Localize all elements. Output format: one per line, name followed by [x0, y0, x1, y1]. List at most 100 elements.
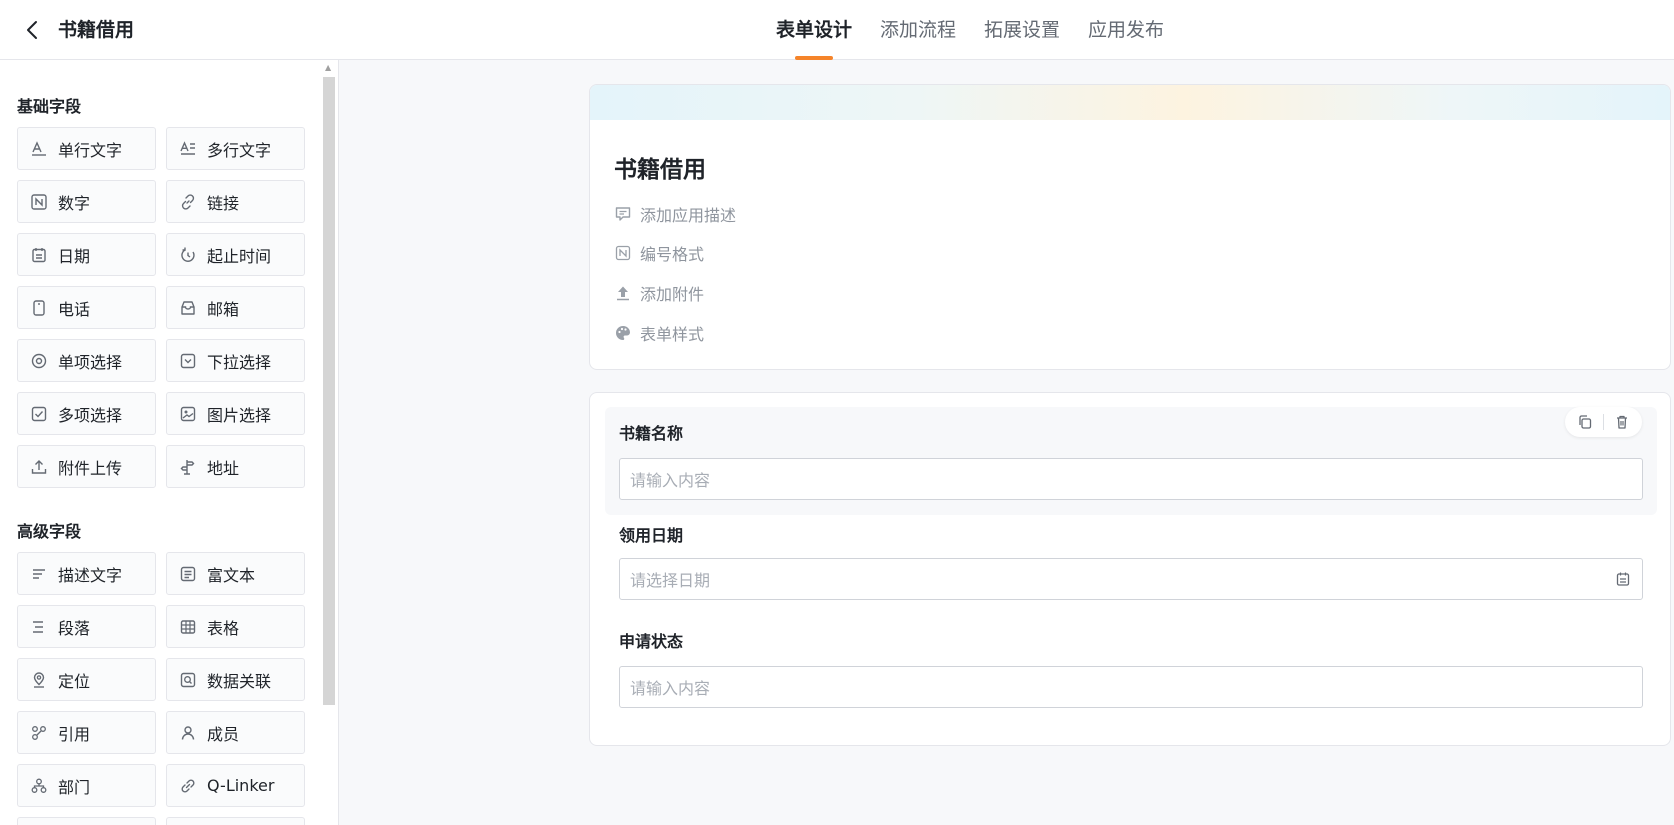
member-icon — [179, 724, 197, 742]
toolbar-divider — [1603, 414, 1604, 430]
field-button-reference[interactable]: 引用 — [17, 711, 156, 754]
section-title-advanced: 高级字段 — [17, 522, 82, 541]
field-button-mailbox[interactable]: 邮箱 — [166, 286, 305, 329]
tab-add-process[interactable]: 添加流程 — [866, 0, 970, 60]
scrollbar-thumb[interactable] — [323, 77, 335, 705]
field-button-label: 附件上传 — [58, 458, 123, 478]
field-button-label: 富文本 — [207, 565, 256, 585]
copy-field-button[interactable] — [1573, 410, 1597, 434]
back-button[interactable] — [20, 17, 44, 43]
field-button-label: 部门 — [58, 777, 91, 797]
top-tabs: 表单设计 添加流程 拓展设置 应用发布 — [762, 0, 1178, 60]
table-icon — [179, 618, 197, 636]
field-button-label: 地址 — [207, 458, 240, 478]
field-button-radio[interactable]: 单项选择 — [17, 339, 156, 382]
q-linker-icon — [179, 777, 197, 795]
field-button-department[interactable]: 部门 — [17, 764, 156, 807]
meta-label: 编号格式 — [640, 245, 705, 264]
field-button-label: 链接 — [207, 193, 240, 213]
tab-form-design[interactable]: 表单设计 — [762, 0, 866, 60]
field-button-dropdown[interactable]: 下拉选择 — [166, 339, 305, 382]
delete-field-button[interactable] — [1610, 410, 1634, 434]
field-button-location[interactable]: 定位 — [17, 658, 156, 701]
single-line-text-icon — [30, 140, 48, 158]
sidebar-scrollbar[interactable]: ▲ — [323, 63, 335, 825]
field-button-paragraph[interactable]: 段落 — [17, 605, 156, 648]
paragraph-icon — [30, 618, 48, 636]
data-association-icon — [179, 671, 197, 689]
form-style-button[interactable]: 表单样式 — [614, 322, 704, 344]
number-icon — [30, 193, 48, 211]
department-icon — [30, 777, 48, 795]
tab-extension-settings[interactable]: 拓展设置 — [970, 0, 1074, 60]
field-button-label: 图片选择 — [207, 405, 272, 425]
form-field-book-name[interactable]: 书籍名称 请输入内容 — [605, 407, 1657, 515]
comment-icon — [614, 205, 632, 223]
form-fields-card: 书籍名称 请输入内容 领用日期 请选择日期 申请状态 请输入内容 — [589, 392, 1671, 746]
field-button-label: 段落 — [58, 618, 91, 638]
field-label: 书籍名称 — [619, 424, 684, 443]
radio-icon — [30, 352, 48, 370]
field-button-address[interactable]: 地址 — [166, 445, 305, 488]
field-label: 申请状态 — [619, 632, 684, 651]
field-button-rich-text[interactable]: 富文本 — [166, 552, 305, 595]
form-title[interactable]: 书籍借用 — [614, 155, 706, 185]
link-icon — [179, 193, 197, 211]
field-button-q-linker[interactable]: Q-Linker — [166, 764, 305, 807]
field-button-label: 起止时间 — [207, 246, 272, 266]
field-button-label: 引用 — [58, 724, 91, 744]
add-app-description-button[interactable]: 添加应用描述 — [614, 203, 736, 225]
number-format-icon — [614, 244, 632, 262]
copy-icon — [1579, 415, 1592, 429]
form-field-receive-date[interactable]: 领用日期 请选择日期 — [605, 515, 1657, 623]
field-button-attachment-upload[interactable]: 附件上传 — [17, 445, 156, 488]
field-button-label: 邮箱 — [207, 299, 240, 319]
field-button-label: 电话 — [58, 299, 91, 319]
field-button-link[interactable]: 链接 — [166, 180, 305, 223]
mailbox-icon — [179, 299, 197, 317]
field-button-image-select[interactable]: 图片选择 — [166, 392, 305, 435]
top-bar: 书籍借用 表单设计 添加流程 拓展设置 应用发布 — [0, 0, 1674, 60]
add-attachment-button[interactable]: 添加附件 — [614, 282, 704, 304]
field-button-date[interactable]: 日期 — [17, 233, 156, 276]
field-button-member[interactable]: 成员 — [166, 711, 305, 754]
field-button-single-line-text[interactable]: 单行文字 — [17, 127, 156, 170]
book-name-input[interactable]: 请输入内容 — [619, 458, 1643, 500]
time-range-icon — [179, 246, 197, 264]
field-button-time-range[interactable]: 起止时间 — [166, 233, 305, 276]
field-button-data-association[interactable]: 数据关联 — [166, 658, 305, 701]
field-button-label: 定位 — [58, 671, 91, 691]
application-status-input[interactable]: 请输入内容 — [619, 666, 1643, 708]
checkbox-icon — [30, 405, 48, 423]
tab-app-publish[interactable]: 应用发布 — [1074, 0, 1178, 60]
chevron-left-icon — [27, 21, 37, 39]
description-text-icon — [30, 565, 48, 583]
field-button-checkbox[interactable]: 多项选择 — [17, 392, 156, 435]
field-label: 领用日期 — [619, 526, 684, 545]
input-placeholder: 请选择日期 — [630, 571, 711, 590]
field-palette-sidebar: 基础字段 单行文字 多行文字 数字 链接 日期 起止时间 电话 邮箱 单项选择 … — [0, 60, 339, 825]
field-button-multi-line-text[interactable]: 多行文字 — [166, 127, 305, 170]
field-button-label: 表格 — [207, 618, 240, 638]
receive-date-picker[interactable]: 请选择日期 — [619, 558, 1643, 600]
section-title-basic: 基础字段 — [17, 97, 82, 116]
field-toolbar — [1565, 407, 1642, 437]
calendar-icon[interactable] — [1614, 570, 1632, 588]
number-format-button[interactable]: 编号格式 — [614, 242, 704, 264]
field-button-partial[interactable] — [166, 817, 305, 825]
upload-arrow-icon — [614, 284, 632, 302]
field-button-label: 单项选择 — [58, 352, 123, 372]
field-button-label: 成员 — [207, 724, 240, 744]
signpost-icon — [179, 458, 197, 476]
meta-label: 添加附件 — [640, 285, 705, 304]
calendar-icon — [30, 246, 48, 264]
field-button-phone[interactable]: 电话 — [17, 286, 156, 329]
field-button-partial[interactable] — [17, 817, 156, 825]
scroll-up-arrow-icon[interactable]: ▲ — [325, 63, 331, 73]
field-button-number[interactable]: 数字 — [17, 180, 156, 223]
location-pin-icon — [30, 671, 48, 689]
multi-line-text-icon — [179, 140, 197, 158]
field-button-table[interactable]: 表格 — [166, 605, 305, 648]
form-field-application-status[interactable]: 申请状态 请输入内容 — [605, 623, 1657, 731]
field-button-description-text[interactable]: 描述文字 — [17, 552, 156, 595]
